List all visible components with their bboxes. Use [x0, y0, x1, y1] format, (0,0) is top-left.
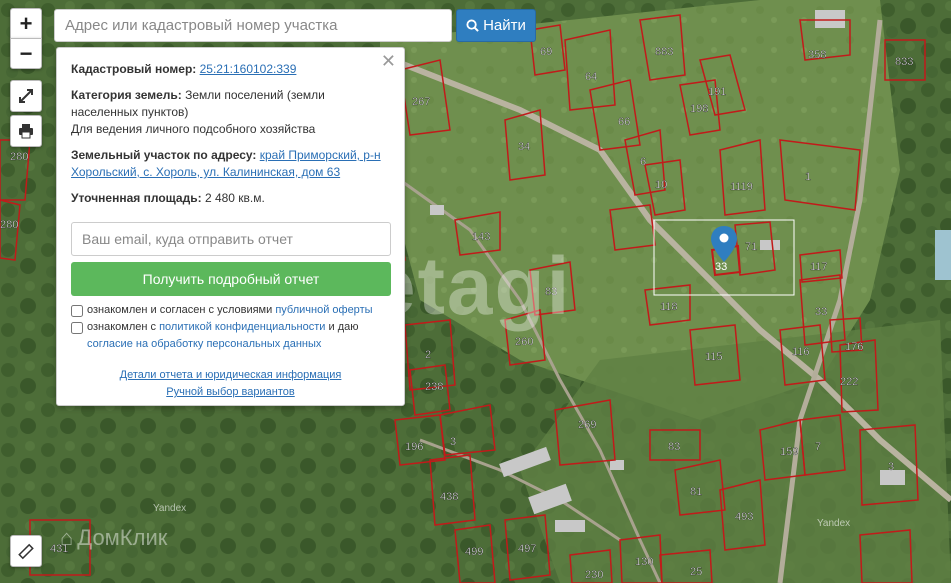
consent-offer-row: ознакомлен и согласен с условиями публич… — [71, 302, 390, 319]
parcel-label: 3 — [888, 461, 894, 473]
parcel-label: 493 — [735, 511, 753, 523]
parcel-label: 117 — [810, 261, 828, 273]
domclick-watermark: ⌂ ДомКлик — [60, 525, 167, 551]
get-report-button[interactable]: Получить подробный отчет — [71, 262, 391, 296]
parcel-info-panel: ✕ Кадастровый номер: 25:21:160102:339 Ка… — [56, 47, 405, 406]
parcel-label: 81 — [690, 486, 702, 498]
cadastral-link[interactable]: 25:21:160102:339 — [200, 62, 297, 76]
area-value: 2 480 кв.м. — [204, 191, 265, 205]
parcel-label: 64 — [585, 71, 597, 83]
parcel-label: 260 — [515, 336, 533, 348]
consent-offer-text: ознакомлен и согласен с условиями публич… — [87, 304, 373, 316]
zoom-out-button[interactable]: − — [10, 38, 42, 69]
house-icon: ⌂ — [60, 525, 74, 550]
consent-privacy-text: ознакомлен с политикой конфиденциальност… — [87, 321, 359, 350]
address-row: Земельный участок по адресу: край Примор… — [71, 147, 390, 181]
parcel-label: 71 — [745, 241, 757, 253]
zoom-in-button[interactable]: + — [10, 8, 42, 39]
parcel-label: 280 — [0, 219, 18, 231]
parcel-label: 69 — [540, 46, 552, 58]
parcel-label: 499 — [465, 546, 483, 558]
public-offer-link[interactable]: публичной оферты — [275, 304, 372, 316]
category-row: Категория земель: Земли поселений (земли… — [71, 87, 390, 138]
expand-icon — [19, 89, 33, 103]
parcel-label: 3 — [450, 436, 456, 448]
parcel-label: 130 — [635, 556, 653, 568]
parcel-label: 280 — [10, 151, 28, 163]
parcel-label: 33 — [815, 306, 827, 318]
search-input[interactable] — [54, 9, 452, 42]
consent-privacy-checkbox[interactable] — [71, 322, 83, 334]
parcel-label: 6 — [640, 156, 646, 168]
parcel-label: 1119 — [730, 181, 753, 193]
print-button[interactable] — [10, 115, 42, 147]
cadastral-row: Кадастровый номер: 25:21:160102:339 — [71, 61, 390, 78]
ruler-icon — [18, 543, 34, 560]
email-field[interactable] — [71, 222, 391, 256]
parcel-label: 883 — [655, 46, 673, 58]
yandex-watermark: Yandex — [153, 503, 187, 514]
panel-links: Детали отчета и юридическая информация Р… — [71, 367, 390, 401]
search-button[interactable]: Найти — [456, 9, 536, 42]
parcel-label: 115 — [705, 351, 723, 363]
parcel-label: 497 — [518, 543, 536, 555]
personal-data-link[interactable]: согласие на обработку персональных данны… — [87, 338, 321, 350]
parcel-label: 198 — [690, 103, 708, 115]
parcel-label: 222 — [840, 376, 858, 388]
parcel-label: 191 — [708, 86, 726, 98]
parcel-label: 2 — [425, 349, 431, 361]
selected-parcel-label: 33 — [715, 261, 727, 273]
parcel-label: 34 — [518, 141, 530, 153]
yandex-watermark: Yandex — [817, 518, 851, 529]
parcel-label: 1 — [805, 171, 811, 183]
search-button-label: Найти — [483, 17, 526, 34]
parcel-label: 66 — [618, 116, 630, 128]
parcel-label: 83 — [668, 441, 680, 453]
parcel-label: 176 — [845, 341, 863, 353]
manual-select-link[interactable]: Ручной выбор вариантов — [71, 384, 390, 401]
consent-privacy-row: ознакомлен с политикой конфиденциальност… — [71, 319, 390, 353]
address-label: Земельный участок по адресу: — [71, 148, 257, 162]
parcel-label: 238 — [425, 381, 443, 393]
search-icon — [466, 19, 479, 32]
printer-icon — [19, 124, 33, 139]
parcel-label: 230 — [585, 569, 603, 581]
parcel-label: 7 — [815, 441, 821, 453]
parcel-label: 358 — [808, 49, 826, 61]
close-icon[interactable]: ✕ — [381, 52, 396, 70]
parcel-label: 833 — [895, 56, 913, 68]
parcel-label: 438 — [440, 491, 458, 503]
ruler-button[interactable] — [10, 535, 42, 567]
parcel-label: 118 — [660, 301, 678, 313]
cadastral-label: Кадастровый номер: — [71, 62, 197, 76]
fullscreen-button[interactable] — [10, 80, 42, 112]
parcel-label: 196 — [405, 441, 423, 453]
area-label: Уточненная площадь: — [71, 191, 202, 205]
domclick-text: ДомКлик — [77, 525, 168, 550]
parcel-label: 267 — [412, 96, 430, 108]
parcel-label: 159 — [780, 446, 798, 458]
consent-offer-checkbox[interactable] — [71, 305, 83, 317]
parcel-label: 116 — [792, 346, 810, 358]
parcel-label: 25 — [690, 566, 702, 578]
area-row: Уточненная площадь: 2 480 кв.м. — [71, 190, 390, 207]
category-label: Категория земель: — [71, 88, 182, 102]
details-link[interactable]: Детали отчета и юридическая информация — [71, 367, 390, 384]
category-use: Для ведения личного подсобного хозяйства — [71, 122, 316, 136]
water — [935, 230, 951, 280]
privacy-policy-link[interactable]: политикой конфиденциальности — [159, 321, 325, 333]
parcel-label: 10 — [655, 179, 667, 191]
parcel-label: 269 — [578, 419, 596, 431]
